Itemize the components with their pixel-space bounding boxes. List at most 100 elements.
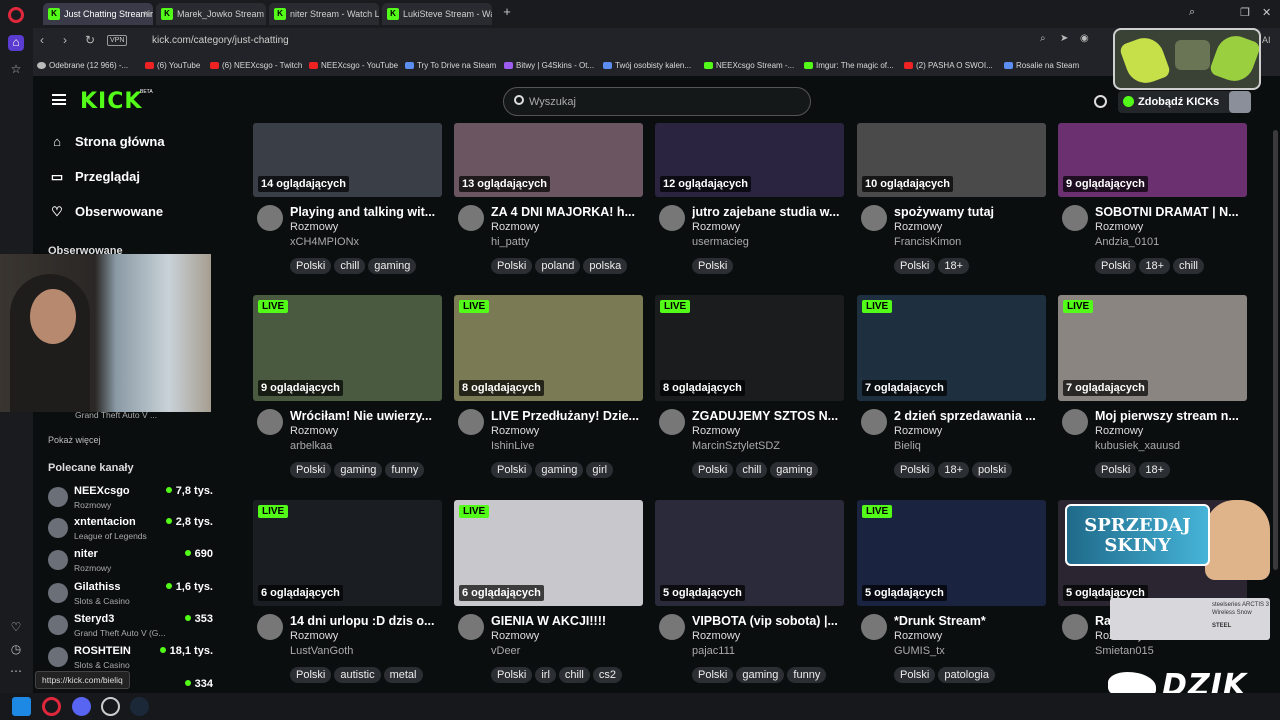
stream-thumbnail[interactable]: LIVE 9 oglądających bbox=[253, 295, 442, 401]
avatar[interactable] bbox=[1062, 614, 1088, 640]
stream-thumbnail[interactable]: LIVE 7 oglądających bbox=[1058, 295, 1247, 401]
stream-username[interactable]: arbelkaa bbox=[290, 440, 332, 452]
stream-username[interactable]: kubusiek_xauusd bbox=[1095, 440, 1180, 452]
back-icon[interactable]: ‹ bbox=[40, 33, 44, 47]
stream-title[interactable]: LIVE Przedłużany! Dzie... bbox=[491, 409, 641, 423]
tag[interactable]: funny bbox=[787, 667, 827, 683]
channel-item[interactable]: Gilathiss Slots & Casino 1,6 tys. bbox=[48, 581, 228, 611]
stream-card[interactable]: LIVE 9 oglądających Wróciłam! Nie uwierzy.… bbox=[253, 295, 442, 480]
stream-title[interactable]: *Drunk Stream* bbox=[894, 614, 1044, 628]
menu-icon[interactable] bbox=[52, 94, 66, 105]
stream-category[interactable]: Rozmowy bbox=[692, 630, 740, 642]
stream-username[interactable]: MarcinSztyletSDZ bbox=[692, 440, 780, 452]
forward-icon[interactable]: › bbox=[63, 33, 67, 47]
stream-title[interactable]: 14 dni urlopu :D dzis o... bbox=[290, 614, 440, 628]
tag[interactable]: Polski bbox=[1095, 258, 1137, 274]
vpn-badge[interactable]: VPN bbox=[107, 35, 128, 46]
tag[interactable]: chill bbox=[558, 667, 590, 683]
bookmark-item[interactable]: Try To Drive na Steam bbox=[405, 61, 496, 70]
tag[interactable]: patologia bbox=[938, 667, 995, 683]
tag[interactable]: girl bbox=[586, 462, 614, 478]
tag[interactable]: chill bbox=[1173, 258, 1204, 274]
sidebar-item-home[interactable]: ⌂ Strona główna bbox=[49, 134, 165, 149]
tag[interactable]: Polski bbox=[290, 667, 332, 683]
bookmark-item[interactable]: Rosalie na Steam bbox=[1004, 61, 1079, 70]
stream-thumbnail[interactable]: 14 oglądających bbox=[253, 123, 442, 197]
stream-username[interactable]: pajac111 bbox=[692, 645, 735, 657]
stream-card[interactable]: LIVE 8 oglądających ZGADUJEMY SZTOS N... Ro… bbox=[655, 295, 844, 480]
stream-username[interactable]: hi_patty bbox=[491, 236, 530, 248]
stream-category[interactable]: Rozmowy bbox=[491, 425, 539, 437]
stream-thumbnail[interactable]: LIVE 8 oglądających bbox=[454, 295, 643, 401]
tag[interactable]: gaming bbox=[736, 667, 785, 683]
more-icon[interactable]: ⋯ bbox=[8, 664, 24, 680]
tag[interactable]: poland bbox=[535, 258, 581, 274]
tag[interactable]: gaming bbox=[535, 462, 584, 478]
tag[interactable]: Polski bbox=[692, 462, 734, 478]
stream-category[interactable]: Rozmowy bbox=[491, 221, 539, 233]
history-icon[interactable]: ◷ bbox=[8, 642, 24, 658]
discord-icon[interactable] bbox=[72, 697, 91, 716]
stream-title[interactable]: SOBOTNI DRAMAT | N... bbox=[1095, 205, 1245, 219]
stream-username[interactable]: Bieliq bbox=[894, 440, 921, 452]
channel-item[interactable]: NEEXcsgo Rozmowy 7,8 tys. bbox=[48, 485, 228, 515]
tag[interactable]: polski bbox=[972, 462, 1013, 478]
bookmark-item[interactable]: Odebrane (12 966) -... bbox=[37, 61, 128, 70]
tab-marek-jowko[interactable]: KMarek_Jowko Stream - W bbox=[156, 3, 266, 25]
stream-username[interactable]: Smietan015 bbox=[1095, 645, 1154, 657]
avatar[interactable] bbox=[659, 614, 685, 640]
tag[interactable]: cs2 bbox=[592, 667, 622, 683]
restore-icon[interactable]: ❐ bbox=[1240, 6, 1250, 19]
tag[interactable]: Polski bbox=[290, 462, 332, 478]
tag[interactable]: Polski bbox=[491, 258, 533, 274]
tag[interactable]: metal bbox=[383, 667, 423, 683]
windows-start-icon[interactable] bbox=[12, 697, 31, 716]
scrollbar[interactable] bbox=[1273, 130, 1278, 570]
stream-card[interactable]: 14 oglądających Playing and talking wit..… bbox=[253, 98, 442, 283]
bookmark-item[interactable]: NEEXcsgo - YouTube bbox=[309, 61, 398, 70]
stream-title[interactable]: Playing and talking wit... bbox=[290, 205, 440, 219]
stream-category[interactable]: Rozmowy bbox=[692, 425, 740, 437]
stream-category[interactable]: Rozmowy bbox=[894, 425, 942, 437]
stream-username[interactable]: vDeer bbox=[491, 645, 520, 657]
close-icon[interactable]: × bbox=[144, 8, 149, 18]
tag[interactable]: gaming bbox=[770, 462, 819, 478]
stream-username[interactable]: Andzia_0101 bbox=[1095, 236, 1159, 248]
search-tabs-icon[interactable]: ⌕ bbox=[1189, 6, 1195, 19]
avatar[interactable] bbox=[861, 205, 887, 231]
stream-category[interactable]: Rozmowy bbox=[692, 221, 740, 233]
tag[interactable]: chill bbox=[334, 258, 366, 274]
tab-lukisteve[interactable]: KLukiSteve Stream - Watch bbox=[382, 3, 492, 25]
stream-thumbnail[interactable]: 9 oglądających bbox=[1058, 123, 1247, 197]
reload-icon[interactable]: ↻ bbox=[85, 33, 95, 47]
url-field[interactable]: kick.com/category/just-chatting bbox=[152, 35, 289, 46]
stream-category[interactable]: Rozmowy bbox=[290, 425, 338, 437]
stream-card[interactable]: LIVE 8 oglądających LIVE Przedłużany! Dzie… bbox=[454, 295, 643, 480]
stream-card[interactable]: LIVE 7 oglądających Moj pierwszy stream n.… bbox=[1058, 295, 1247, 480]
avatar[interactable] bbox=[458, 614, 484, 640]
tab-niter[interactable]: Kniter Stream - Watch Live bbox=[269, 3, 379, 25]
avatar[interactable] bbox=[257, 409, 283, 435]
stream-title[interactable]: 2 dzień sprzedawania ... bbox=[894, 409, 1044, 423]
stream-card[interactable]: LIVE 6 oglądających GIENIA W AKCJI!!!! Rozm… bbox=[454, 500, 643, 685]
tag[interactable]: chill bbox=[736, 462, 768, 478]
tag[interactable]: Polski bbox=[692, 667, 734, 683]
tag[interactable]: gaming bbox=[368, 258, 417, 274]
tag[interactable]: Polski bbox=[894, 462, 936, 478]
opera-icon[interactable] bbox=[42, 697, 61, 716]
bookmark-item[interactable]: Bitwy | G4Skins - Ot... bbox=[504, 61, 594, 70]
tag[interactable]: Polski bbox=[1095, 462, 1137, 478]
stream-title[interactable]: spożywamy tutaj bbox=[894, 205, 1044, 219]
ai-label[interactable]: AI bbox=[1262, 35, 1271, 45]
star-icon[interactable]: ☆ bbox=[8, 62, 24, 78]
stream-title[interactable]: jutro zajebane studia w... bbox=[692, 205, 842, 219]
stream-thumbnail[interactable]: LIVE 7 oglądających bbox=[857, 295, 1046, 401]
kick-logo[interactable]: KICK bbox=[80, 89, 142, 114]
avatar[interactable] bbox=[659, 409, 685, 435]
stream-card[interactable]: 10 oglądających spożywamy tutaj Rozmowy Fra… bbox=[857, 98, 1046, 283]
stream-thumbnail[interactable]: 13 oglądających bbox=[454, 123, 643, 197]
stream-username[interactable]: FrancisKimon bbox=[894, 236, 961, 248]
tag[interactable]: autistic bbox=[334, 667, 381, 683]
stream-category[interactable]: Rozmowy bbox=[894, 630, 942, 642]
home-icon[interactable]: ⌂ bbox=[8, 35, 24, 51]
